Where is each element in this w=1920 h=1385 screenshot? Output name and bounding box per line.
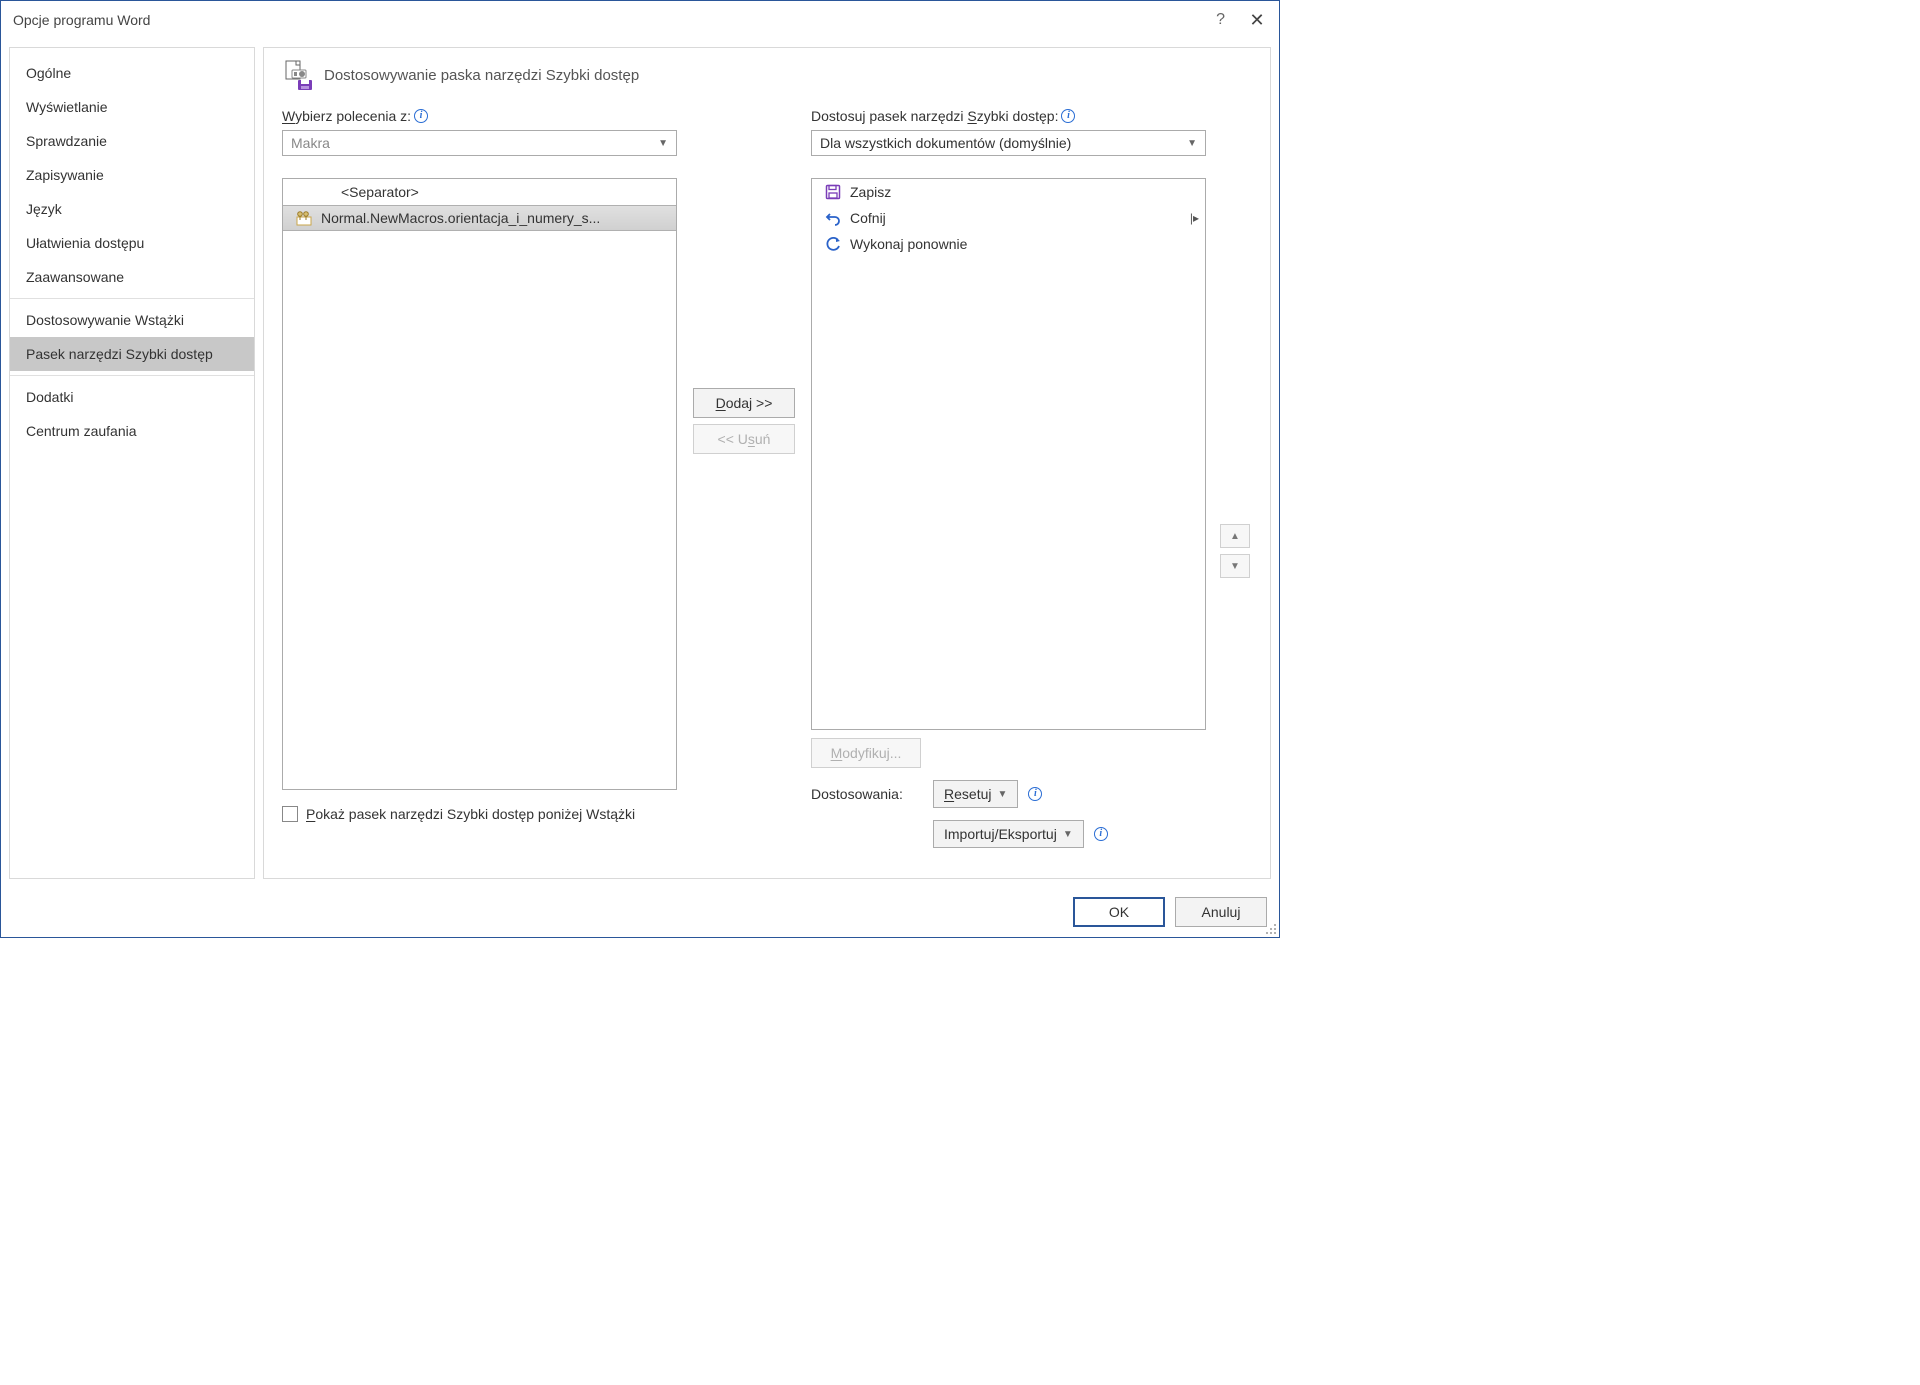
list-item-save[interactable]: Zapisz bbox=[812, 179, 1205, 205]
macro-icon bbox=[295, 210, 313, 226]
help-icon[interactable]: ? bbox=[1216, 11, 1225, 29]
move-down-button[interactable]: ▼ bbox=[1220, 554, 1250, 578]
move-up-button[interactable]: ▲ bbox=[1220, 524, 1250, 548]
list-item-separator[interactable]: <Separator> bbox=[283, 179, 676, 205]
main-heading: Dostosowywanie paska narzędzi Szybki dos… bbox=[324, 67, 639, 84]
cancel-button[interactable]: Anuluj bbox=[1175, 897, 1267, 927]
sidebar-item[interactable]: Dostosowywanie Wstążki bbox=[10, 303, 254, 337]
chevron-down-icon: ▼ bbox=[658, 138, 668, 149]
sidebar-item[interactable]: Wyświetlanie bbox=[10, 90, 254, 124]
sidebar-item[interactable]: Sprawdzanie bbox=[10, 124, 254, 158]
quick-access-customize-icon bbox=[282, 60, 314, 90]
add-button[interactable]: Dodaj >> bbox=[693, 388, 795, 418]
close-icon[interactable]: ✕ bbox=[1247, 10, 1267, 31]
reset-button[interactable]: Resetuj ▼ bbox=[933, 780, 1018, 808]
chevron-down-icon: ▼ bbox=[1187, 138, 1197, 149]
info-icon[interactable]: i bbox=[1094, 827, 1108, 841]
sidebar: OgólneWyświetlanieSprawdzanieZapisywanie… bbox=[9, 47, 255, 879]
ok-button[interactable]: OK bbox=[1073, 897, 1165, 927]
info-icon[interactable]: i bbox=[1028, 787, 1042, 801]
split-marker-icon: |▸ bbox=[1190, 211, 1199, 225]
choose-commands-label: Wybierz polecenia z: i bbox=[282, 108, 677, 124]
sidebar-item[interactable]: Pasek narzędzi Szybki dostęp bbox=[10, 337, 254, 371]
sidebar-item[interactable]: Ułatwienia dostępu bbox=[10, 226, 254, 260]
import-export-button[interactable]: Importuj/Eksportuj ▼ bbox=[933, 820, 1084, 848]
main-panel: Dostosowywanie paska narzędzi Szybki dos… bbox=[263, 47, 1271, 879]
sidebar-item[interactable]: Zaawansowane bbox=[10, 260, 254, 294]
list-item-undo[interactable]: Cofnij |▸ bbox=[812, 205, 1205, 231]
options-dialog: Opcje programu Word ? ✕ OgólneWyświetlan… bbox=[0, 0, 1280, 938]
remove-button[interactable]: << Usuń bbox=[693, 424, 795, 454]
show-below-ribbon-checkbox[interactable]: Pokaż pasek narzędzi Szybki dostęp poniż… bbox=[282, 806, 677, 822]
titlebar: Opcje programu Word ? ✕ bbox=[1, 1, 1279, 39]
chevron-down-icon: ▼ bbox=[997, 789, 1007, 800]
save-icon bbox=[824, 184, 842, 200]
info-icon[interactable]: i bbox=[414, 109, 428, 123]
customize-qat-label: Dostosuj pasek narzędzi Szybki dostęp: i bbox=[811, 108, 1206, 124]
triangle-up-icon: ▲ bbox=[1230, 531, 1240, 542]
list-item-macro[interactable]: Normal.NewMacros.orientacja_i_numery_s..… bbox=[283, 205, 676, 231]
current-qat-list[interactable]: Zapisz Cofnij |▸ bbox=[811, 178, 1206, 730]
window-title: Opcje programu Word bbox=[13, 12, 150, 28]
chevron-down-icon: ▼ bbox=[1063, 829, 1073, 840]
modify-button[interactable]: Modyfikuj... bbox=[811, 738, 921, 768]
list-item-redo[interactable]: Wykonaj ponownie bbox=[812, 231, 1205, 257]
choose-commands-select[interactable]: Makra ▼ bbox=[282, 130, 677, 156]
sidebar-item[interactable]: Dodatki bbox=[10, 380, 254, 414]
sidebar-item[interactable]: Centrum zaufania bbox=[10, 414, 254, 448]
customize-qat-select[interactable]: Dla wszystkich dokumentów (domyślnie) ▼ bbox=[811, 130, 1206, 156]
sidebar-item[interactable]: Zapisywanie bbox=[10, 158, 254, 192]
resize-grip-icon[interactable] bbox=[1263, 921, 1277, 935]
checkbox-icon[interactable] bbox=[282, 806, 298, 822]
redo-icon bbox=[824, 236, 842, 252]
sidebar-item[interactable]: Język bbox=[10, 192, 254, 226]
info-icon[interactable]: i bbox=[1061, 109, 1075, 123]
customizations-label: Dostosowania: bbox=[811, 786, 923, 802]
sidebar-item[interactable]: Ogólne bbox=[10, 56, 254, 90]
triangle-down-icon: ▼ bbox=[1230, 561, 1240, 572]
available-commands-list[interactable]: <Separator> bbox=[282, 178, 677, 790]
undo-icon bbox=[824, 210, 842, 226]
